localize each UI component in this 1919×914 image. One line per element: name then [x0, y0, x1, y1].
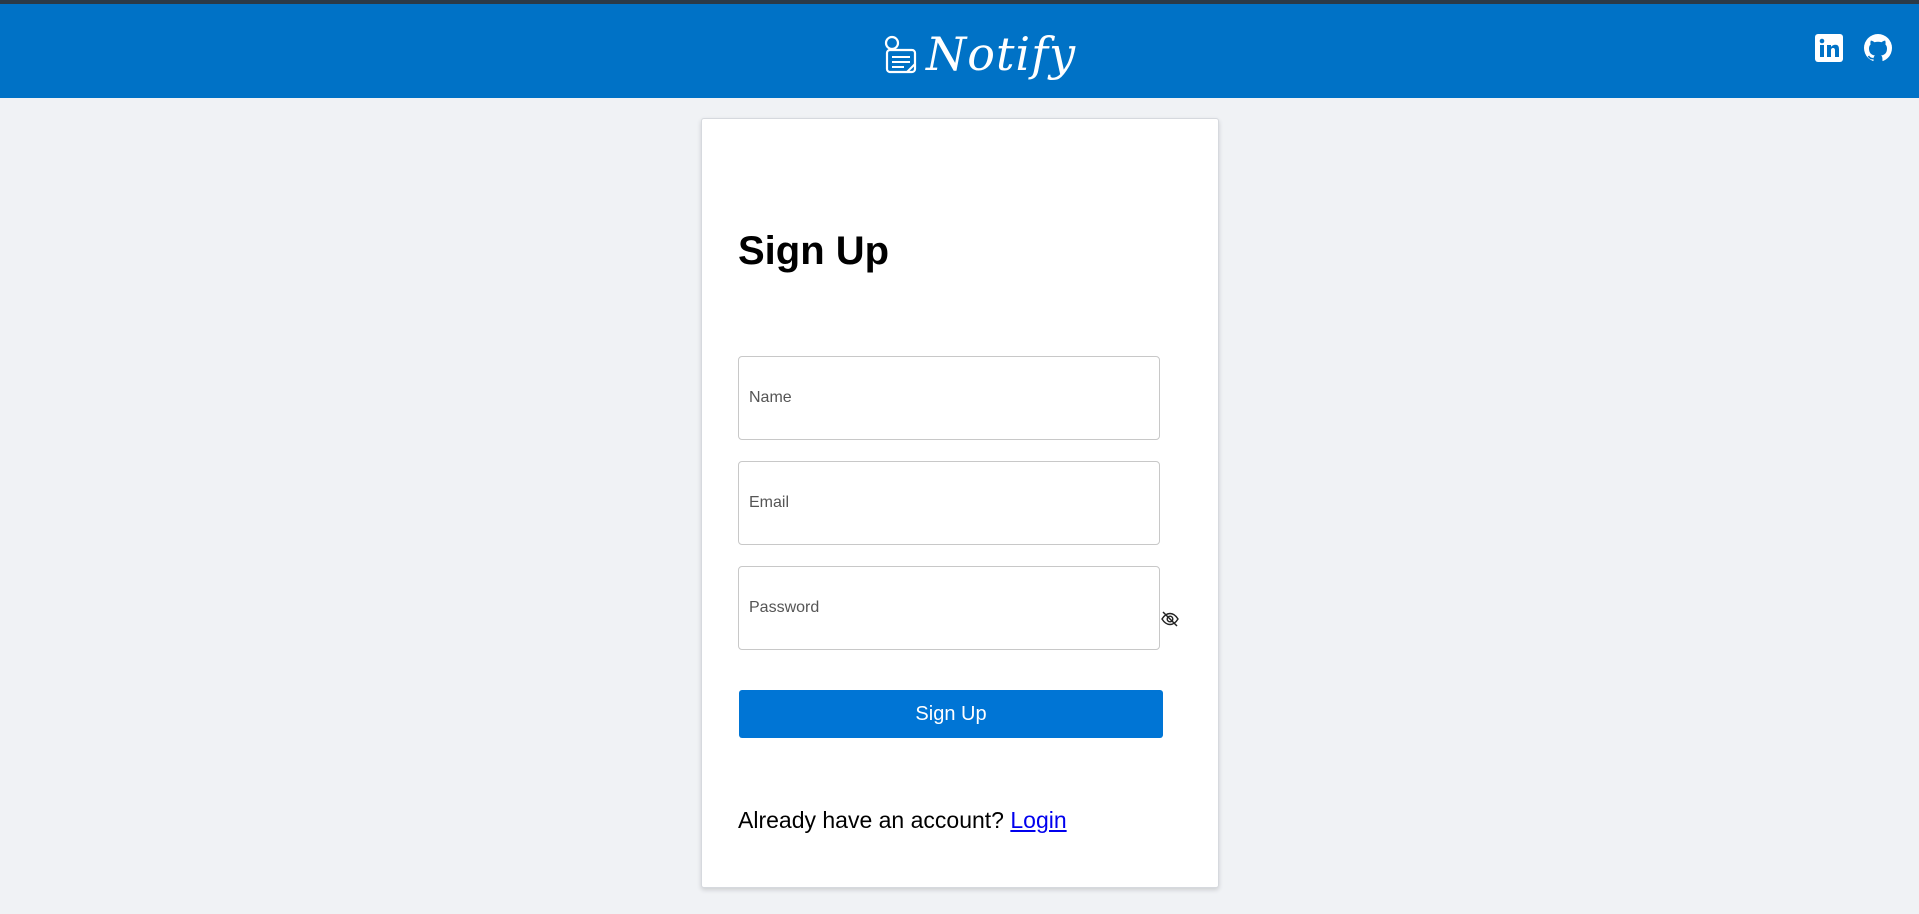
name-input[interactable]	[738, 356, 1160, 440]
login-prompt: Already have an account? Login	[738, 807, 1067, 834]
signup-button[interactable]: Sign Up	[739, 690, 1163, 738]
login-link[interactable]: Login	[1010, 807, 1066, 833]
email-input[interactable]	[738, 461, 1160, 545]
brand-name: Notify	[926, 27, 1077, 81]
linkedin-icon	[1815, 34, 1843, 62]
linkedin-link[interactable]	[1813, 32, 1847, 66]
signup-card: Sign Up Sign Up Already have an account?…	[701, 118, 1219, 888]
login-prompt-text: Already have an account?	[738, 807, 1011, 833]
eye-slash-icon	[1161, 611, 1179, 627]
page-title: Sign Up	[738, 229, 890, 273]
password-input[interactable]	[738, 566, 1160, 650]
notepad-icon	[884, 35, 917, 74]
github-link[interactable]	[1861, 32, 1895, 66]
github-icon	[1864, 34, 1892, 62]
password-visibility-toggle[interactable]	[1160, 609, 1180, 629]
navbar: Notify	[0, 4, 1919, 98]
brand-logo[interactable]: Notify	[880, 24, 1076, 84]
